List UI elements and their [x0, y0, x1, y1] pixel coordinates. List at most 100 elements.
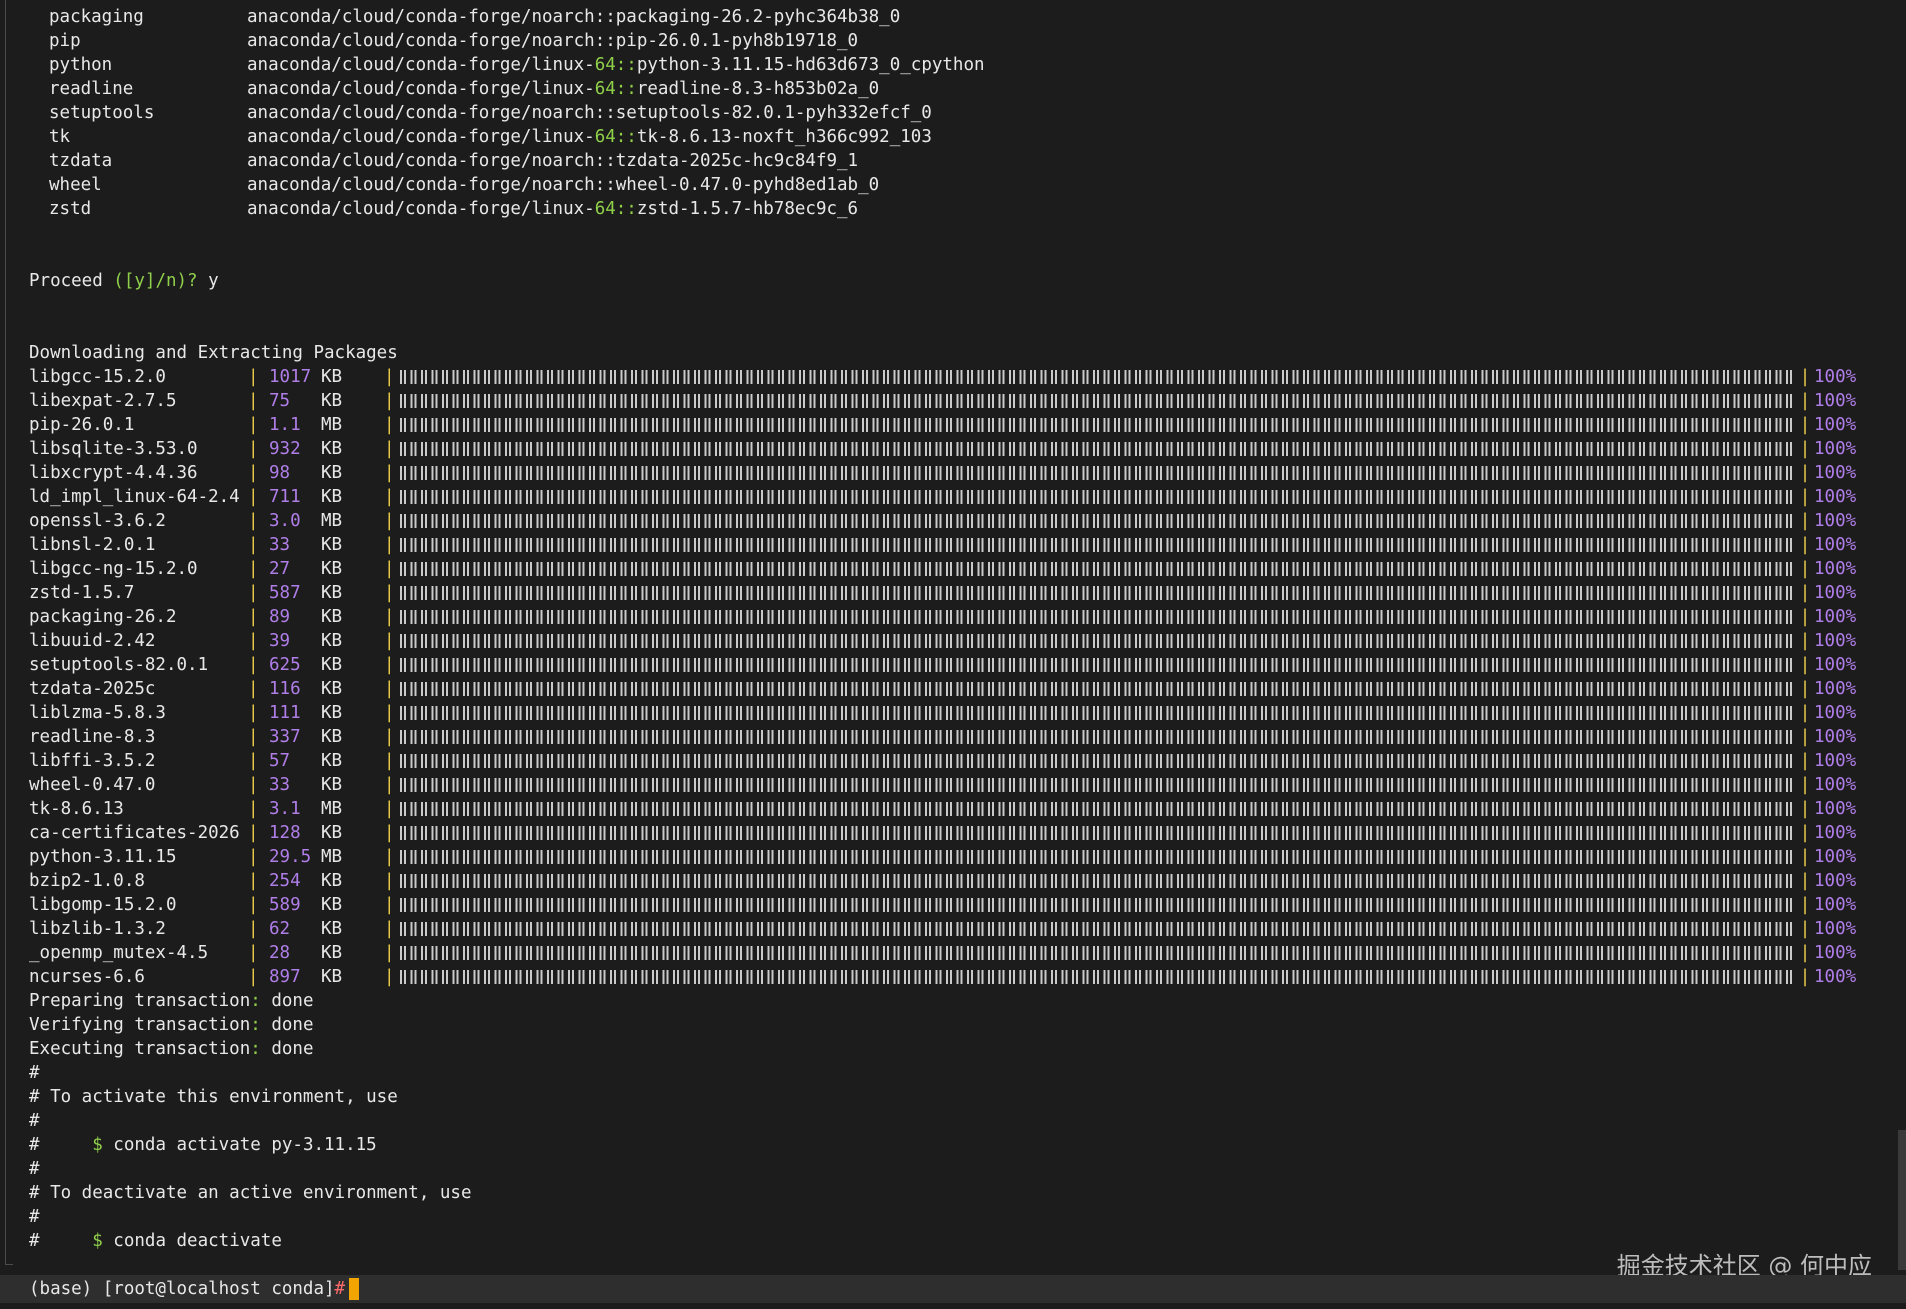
package-row: packaging anaconda/cloud/conda-forge/noar…	[29, 5, 1889, 29]
scrollbar[interactable]	[1898, 1130, 1906, 1270]
progress-bar-fill	[400, 514, 1796, 528]
comment-line: #	[29, 1109, 1889, 1133]
column-separator: |	[1799, 799, 1811, 819]
progress-bar-fill	[400, 850, 1796, 864]
download-package-name: ncurses-6.6	[29, 967, 145, 987]
transaction-row: Executing transaction: done	[29, 1037, 1889, 1061]
progress-bar	[400, 605, 1796, 629]
column-separator: |	[248, 679, 259, 699]
activation-comments: # # To activate this environment, use # # $…	[29, 1061, 1889, 1253]
comment-command: $ conda deactivate	[92, 1231, 282, 1251]
download-size-unit: KB	[321, 943, 343, 963]
package-source-suffix: readline-8.3-h853b02a_0	[636, 79, 880, 99]
download-size-unit: KB	[321, 751, 343, 771]
column-separator: |	[384, 607, 395, 627]
download-size-unit: KB	[321, 463, 343, 483]
download-row: wheel-0.47.0 | 33 KB | | 100%	[29, 773, 1889, 797]
transaction-label: Verifying transaction	[29, 1015, 251, 1035]
progress-bar	[400, 749, 1796, 773]
progress-percent: 100%	[1814, 919, 1857, 939]
package-source: anaconda/cloud/conda-forge/linux-64::pyt…	[247, 53, 985, 77]
progress-percent: 100%	[1814, 943, 1857, 963]
download-row: pip-26.0.1 | 1.1 MB | | 100%	[29, 413, 1889, 437]
download-size-unit: KB	[321, 871, 343, 891]
comment-line: #	[29, 1061, 1889, 1085]
prompt-bar[interactable]: (base) [root@localhost conda]#	[0, 1275, 1906, 1303]
package-source: anaconda/cloud/conda-forge/noarch::tzdat…	[247, 149, 858, 173]
package-source-prefix: anaconda/cloud/conda-forge/linux-	[247, 79, 595, 99]
comment-command: $ conda activate py-3.11.15	[92, 1135, 376, 1155]
progress-bar-fill	[400, 730, 1796, 744]
column-separator: |	[384, 919, 395, 939]
terminal-window[interactable]: packaging anaconda/cloud/conda-forge/noar…	[0, 0, 1906, 1309]
download-package-name: libuuid-2.42	[29, 631, 156, 651]
progress-bar-fill	[400, 586, 1796, 600]
column-separator: |	[248, 919, 259, 939]
column-separator: |	[248, 703, 259, 723]
download-size: 62	[269, 919, 291, 939]
comment-line: # To deactivate an active environment, u…	[29, 1181, 1889, 1205]
package-name: packaging	[49, 7, 144, 27]
download-row: libnsl-2.0.1 | 33 KB | | 100%	[29, 533, 1889, 557]
download-size-unit: KB	[321, 583, 343, 603]
progress-percent: 100%	[1814, 607, 1857, 627]
download-row: libgcc-15.2.0 | 1017 KB | | 100%	[29, 365, 1889, 389]
download-row: zstd-1.5.7 | 587 KB | | 100%	[29, 581, 1889, 605]
column-separator: |	[1799, 727, 1811, 747]
package-source-suffix: ::setuptools-82.0.1-pyh332efcf_0	[594, 103, 932, 123]
download-size: 3.0	[269, 511, 301, 531]
text-cursor	[349, 1278, 360, 1300]
download-row: libffi-3.5.2 | 57 KB | | 100%	[29, 749, 1889, 773]
download-size: 625	[269, 655, 301, 675]
column-separator: |	[384, 703, 395, 723]
comment-line: # $ conda deactivate	[29, 1229, 1889, 1253]
column-separator: |	[384, 415, 395, 435]
progress-bar	[400, 869, 1796, 893]
column-separator: |	[384, 895, 395, 915]
command-text: conda deactivate	[102, 1231, 282, 1251]
transaction-colon: :	[250, 1039, 272, 1059]
progress-bar-fill	[400, 634, 1796, 648]
download-row: libzlib-1.3.2 | 62 KB | | 100%	[29, 917, 1889, 941]
progress-bar	[400, 677, 1796, 701]
column-separator: |	[1799, 895, 1811, 915]
download-size-unit: KB	[321, 775, 343, 795]
progress-bar-fill	[400, 922, 1796, 936]
download-size-unit: MB	[321, 799, 343, 819]
column-separator: |	[384, 535, 395, 555]
package-arch: 64::	[594, 127, 637, 147]
download-package-name: openssl-3.6.2	[29, 511, 166, 531]
package-row: pip anaconda/cloud/conda-forge/noarch::pi…	[29, 29, 1889, 53]
prompt-text: (base) [root@localhost conda]	[29, 1279, 335, 1299]
download-size-unit: KB	[321, 559, 343, 579]
download-size-unit: MB	[321, 847, 343, 867]
progress-bar	[400, 941, 1796, 965]
package-source: anaconda/cloud/conda-forge/linux-64::rea…	[247, 77, 879, 101]
shell-prompt[interactable]: (base) [root@localhost conda]#	[29, 1277, 360, 1301]
progress-percent: 100%	[1814, 967, 1857, 987]
proceed-options: ([y]/n)?	[113, 271, 198, 291]
proceed-prompt: Proceed ([y]/n)? y	[29, 269, 1889, 293]
column-separator: |	[1799, 535, 1811, 555]
progress-bar	[400, 893, 1796, 917]
package-source: anaconda/cloud/conda-forge/noarch::packa…	[247, 5, 900, 29]
download-size-unit: KB	[321, 487, 343, 507]
package-source-prefix: anaconda/cloud/conda-forge/linux-	[247, 199, 595, 219]
package-row: python anaconda/cloud/conda-forge/linux-6…	[29, 53, 1889, 77]
progress-percent: 100%	[1814, 727, 1857, 747]
progress-percent: 100%	[1814, 703, 1857, 723]
package-source: anaconda/cloud/conda-forge/noarch::setup…	[247, 101, 932, 125]
comment-line: # To activate this environment, use	[29, 1085, 1889, 1109]
download-package-name: liblzma-5.8.3	[29, 703, 166, 723]
download-package-name: libgcc-15.2.0	[29, 367, 166, 387]
terminal-output: packaging anaconda/cloud/conda-forge/noar…	[29, 5, 1889, 1253]
download-package-name: libnsl-2.0.1	[29, 535, 156, 555]
progress-bar-fill	[400, 754, 1796, 768]
progress-bar-fill	[400, 970, 1796, 984]
column-separator: |	[1799, 367, 1811, 387]
download-size: 33	[269, 535, 291, 555]
progress-percent: 100%	[1814, 463, 1857, 483]
comment-text: # To deactivate an active environment, u…	[29, 1183, 472, 1203]
dollar-sign: $	[92, 1135, 103, 1155]
